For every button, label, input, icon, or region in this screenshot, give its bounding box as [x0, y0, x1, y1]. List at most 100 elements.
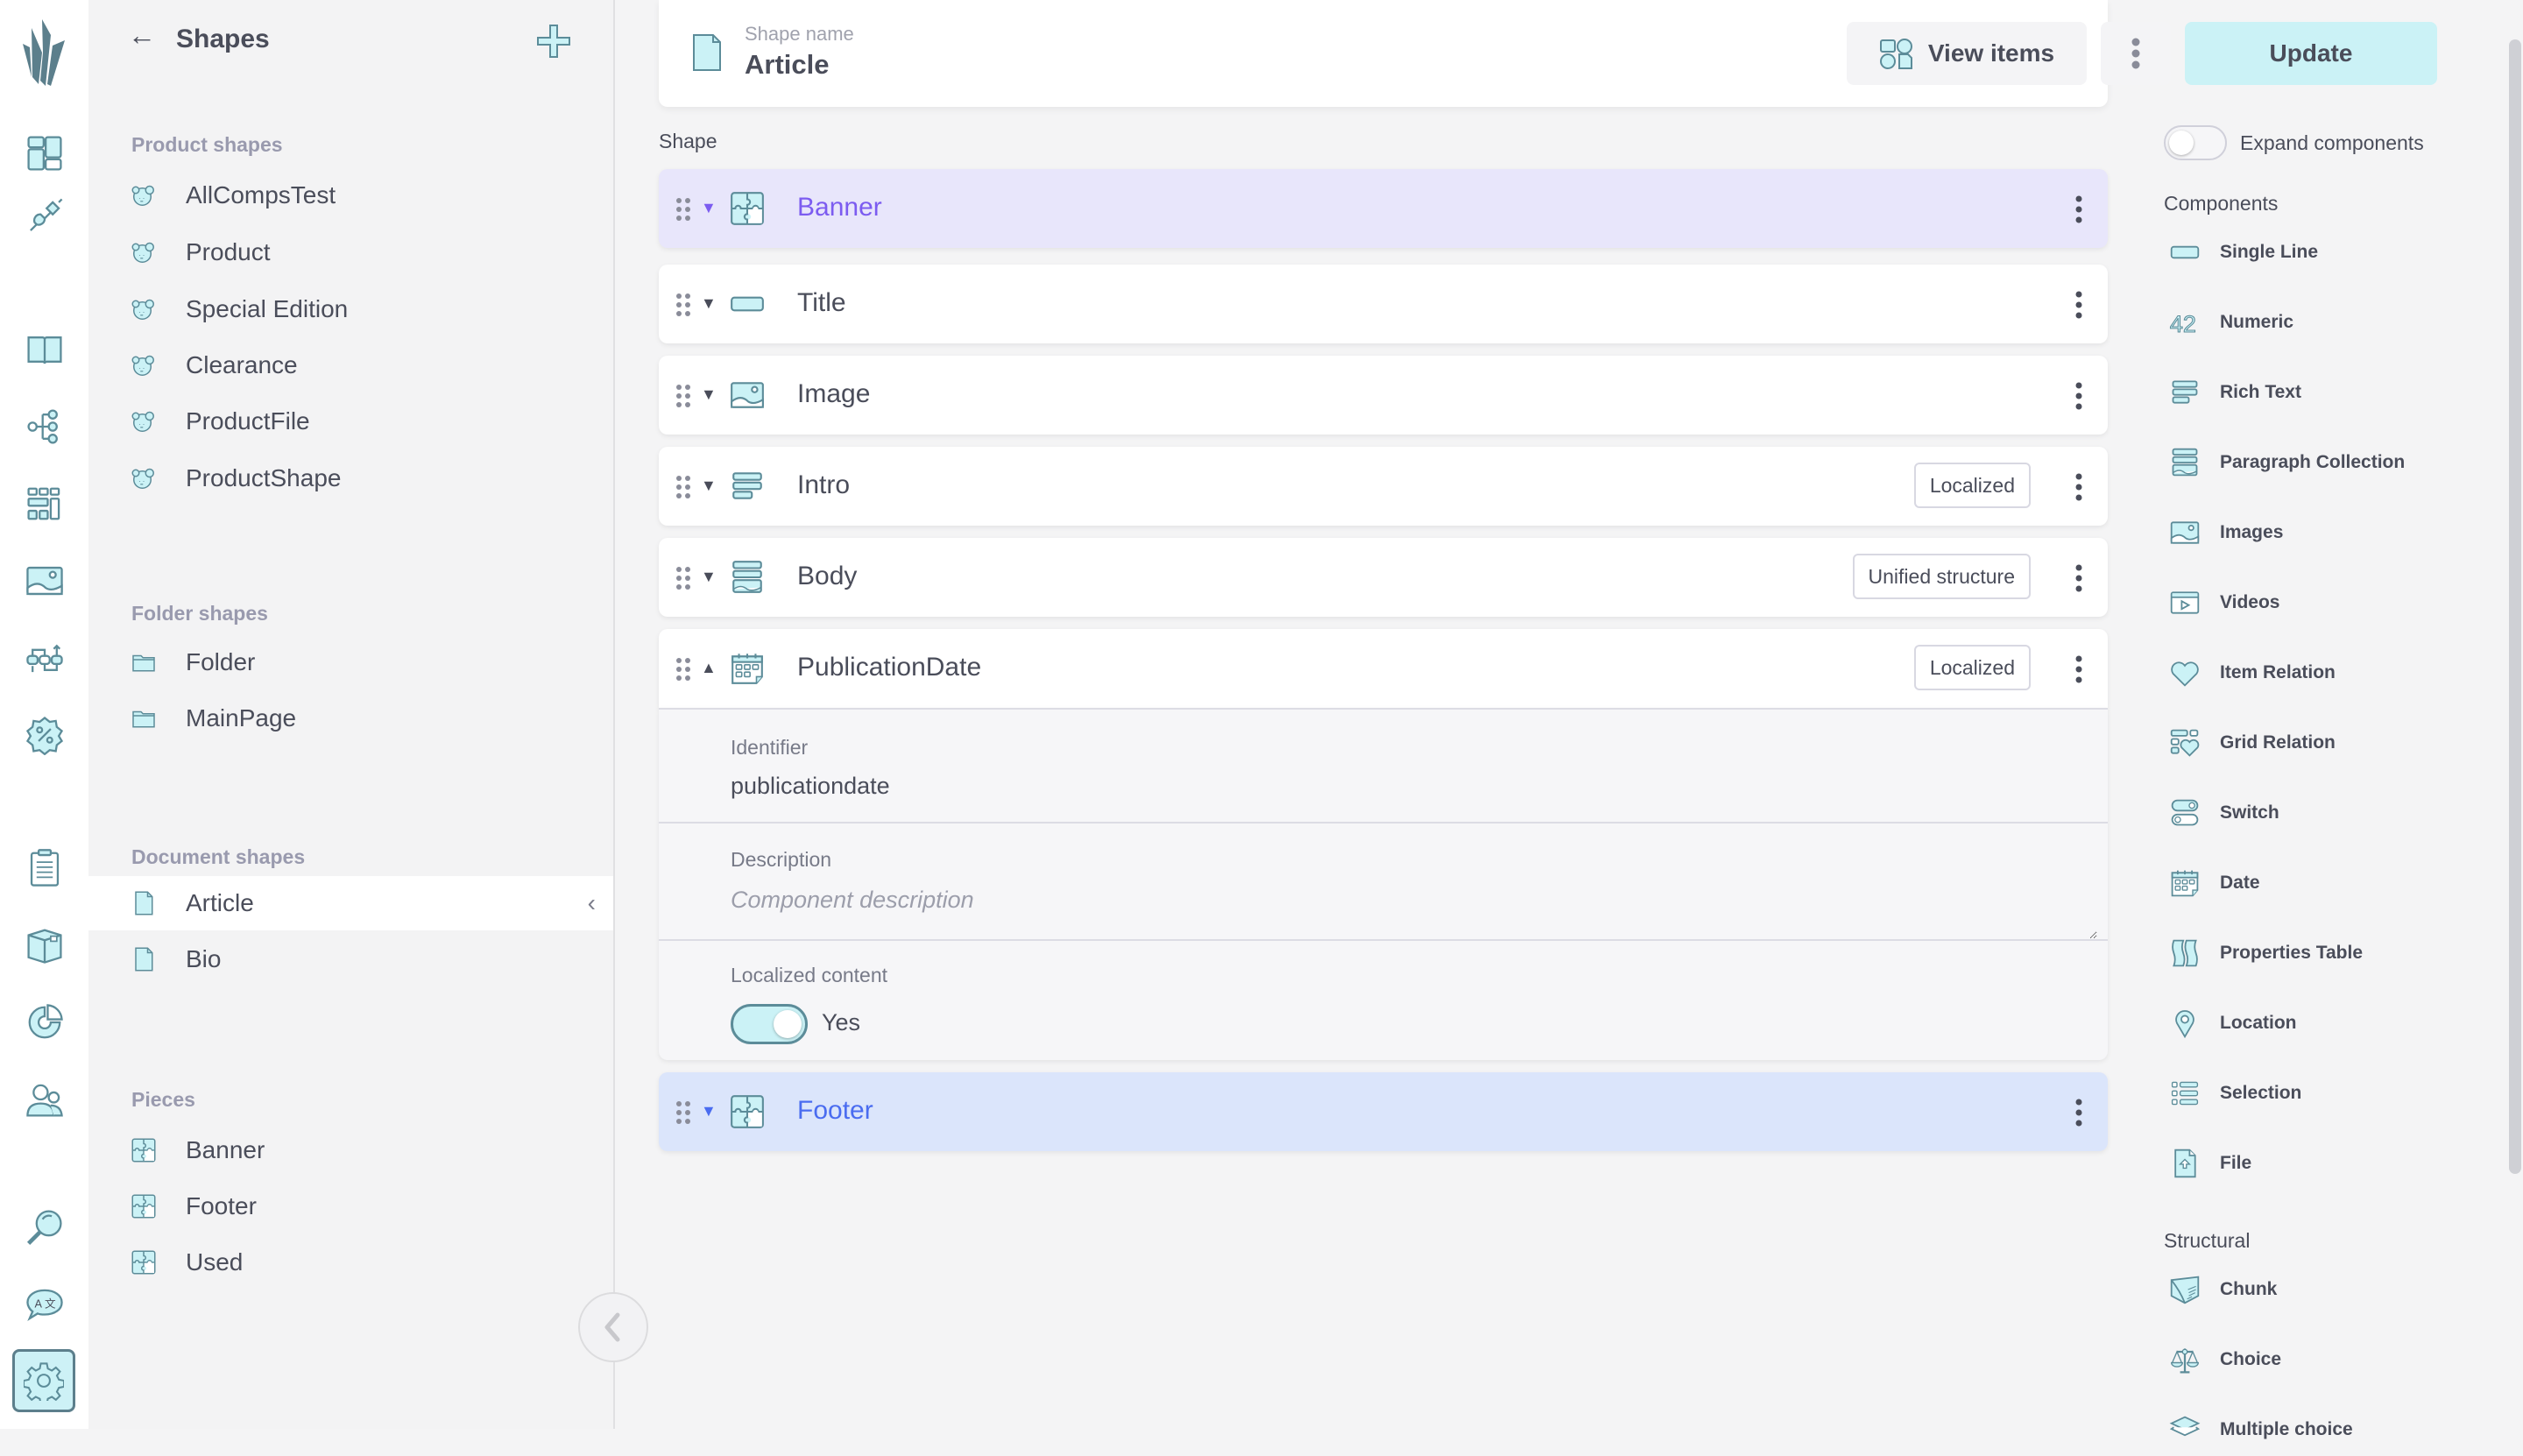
structural-palette-item[interactable]: Chunk — [2167, 1263, 2491, 1316]
structural-palette-item[interactable]: Multiple choice — [2167, 1403, 2491, 1456]
image-icon[interactable] — [19, 555, 70, 606]
analytics-pie-icon[interactable] — [19, 997, 70, 1048]
shape-component-card[interactable]: ▼ Body Unified structure — [659, 538, 2108, 617]
shape-list-item[interactable]: Folder — [88, 635, 613, 689]
kebab-menu-icon[interactable] — [2074, 291, 2083, 319]
component-name[interactable]: Footer — [797, 1096, 873, 1126]
component-palette-item[interactable]: Properties Table — [2167, 927, 2491, 979]
drag-handle-icon[interactable] — [675, 657, 692, 682]
drag-handle-icon[interactable] — [675, 566, 692, 590]
structural-palette-item[interactable]: Choice — [2167, 1333, 2491, 1386]
shape-list-item[interactable]: AllCompsTest — [88, 168, 613, 223]
fulfilment-box-icon[interactable] — [19, 920, 70, 971]
section-label-product-shapes: Product shapes — [131, 133, 283, 156]
expand-triangle-icon[interactable]: ▼ — [701, 568, 717, 586]
settings-gear-icon[interactable] — [12, 1349, 75, 1412]
plug-icon[interactable] — [19, 191, 70, 242]
component-palette-item[interactable]: 42 Numeric — [2167, 296, 2491, 349]
kebab-menu-icon[interactable] — [2074, 195, 2083, 223]
flows-icon[interactable] — [19, 633, 70, 683]
translate-icon[interactable]: A文 — [19, 1279, 70, 1330]
shape-list-item[interactable]: ProductShape — [88, 451, 613, 505]
expand-components-toggle[interactable] — [2164, 125, 2227, 160]
localized-content-value: Yes — [822, 1009, 861, 1035]
component-name[interactable]: Banner — [797, 193, 882, 223]
shape-component-card[interactable]: ▼ Intro Localized — [659, 447, 2108, 526]
component-name[interactable]: PublicationDate — [797, 653, 981, 682]
logo-icon[interactable] — [16, 16, 72, 88]
orders-clipboard-icon[interactable] — [19, 843, 70, 894]
component-palette-item[interactable]: Rich Text — [2167, 366, 2491, 419]
shape-component-card[interactable]: ▼ Title — [659, 265, 2108, 343]
shape-list-item[interactable]: Banner — [88, 1123, 613, 1177]
shape-name-value[interactable]: Article — [745, 49, 829, 81]
more-options-button[interactable] — [2101, 22, 2171, 85]
identifier-field[interactable]: publicationdate — [731, 773, 890, 800]
topics-tree-icon[interactable] — [19, 401, 70, 452]
view-items-button[interactable]: View items — [1847, 22, 2087, 85]
component-palette-item[interactable]: Videos — [2167, 576, 2491, 629]
customers-icon[interactable] — [19, 1074, 70, 1125]
back-arrow-icon[interactable]: ← — [128, 19, 156, 52]
discount-icon[interactable] — [19, 710, 70, 760]
shape-list-item[interactable]: Footer — [88, 1179, 613, 1233]
kebab-menu-icon[interactable] — [2074, 382, 2083, 410]
component-name[interactable]: Title — [797, 288, 846, 318]
component-name[interactable]: Intro — [797, 470, 850, 500]
drag-handle-icon[interactable] — [675, 1100, 692, 1125]
kebab-menu-icon[interactable] — [2074, 1099, 2083, 1127]
component-palette-item[interactable]: Paragraph Collection — [2167, 436, 2491, 489]
component-palette-item[interactable]: Selection — [2167, 1067, 2491, 1120]
component-palette-label: Single Line — [2220, 242, 2319, 262]
component-palette-item[interactable]: Date — [2167, 857, 2491, 909]
expand-triangle-icon[interactable]: ▼ — [701, 1102, 717, 1120]
description-textarea[interactable] — [731, 887, 2097, 939]
localized-content-switch[interactable] — [731, 1004, 808, 1044]
shape-list-item[interactable]: Article ‹ — [88, 876, 613, 930]
drag-handle-icon[interactable] — [675, 384, 692, 408]
shape-list-item[interactable]: Special Edition — [88, 282, 613, 336]
component-name[interactable]: Body — [797, 562, 857, 591]
shape-list-item[interactable]: ProductFile — [88, 394, 613, 449]
collapse-triangle-icon[interactable]: ▲ — [701, 659, 717, 677]
kebab-menu-icon[interactable] — [2074, 473, 2083, 501]
update-button[interactable]: Update — [2185, 22, 2437, 85]
drag-handle-icon[interactable] — [675, 475, 692, 499]
component-palette-item[interactable]: Location — [2167, 997, 2491, 1050]
date-icon — [2171, 870, 2199, 897]
component-palette-item[interactable]: Grid Relation — [2167, 717, 2491, 769]
catalogue-book-icon[interactable] — [19, 324, 70, 375]
shape-list-item[interactable]: Clearance — [88, 338, 613, 392]
component-palette-item[interactable]: Images — [2167, 506, 2491, 559]
heart-icon — [2171, 661, 2199, 687]
expand-triangle-icon[interactable]: ▼ — [701, 477, 717, 495]
kebab-menu-icon[interactable] — [2074, 655, 2083, 683]
grid-icon[interactable] — [19, 478, 70, 529]
component-name[interactable]: Image — [797, 379, 870, 409]
shape-component-card[interactable]: ▼ Footer — [659, 1072, 2108, 1151]
drag-handle-icon[interactable] — [675, 293, 692, 317]
collapse-panel-button[interactable] — [578, 1292, 648, 1362]
paragraph-collection-icon — [2172, 448, 2198, 477]
shape-list-item[interactable]: Product — [88, 225, 613, 279]
scrollbar-thumb[interactable] — [2509, 39, 2521, 1174]
shape-list-item[interactable]: MainPage — [88, 691, 613, 746]
shape-list-item[interactable]: Bio — [88, 932, 613, 986]
search-icon[interactable] — [19, 1202, 70, 1253]
add-shape-button[interactable] — [535, 23, 572, 60]
expand-triangle-icon[interactable]: ▼ — [701, 385, 717, 404]
dashboard-icon[interactable] — [19, 128, 70, 179]
shape-component-card[interactable]: ▼ Banner — [659, 169, 2108, 248]
shape-list-item[interactable]: Used — [88, 1235, 613, 1290]
component-palette-item[interactable]: File — [2167, 1137, 2491, 1190]
shape-component-card[interactable]: ▲ PublicationDate Localized — [659, 629, 2108, 708]
identifier-label: Identifier — [731, 736, 809, 759]
expand-triangle-icon[interactable]: ▼ — [701, 294, 717, 313]
component-palette-item[interactable]: Single Line — [2167, 226, 2491, 279]
shape-component-card[interactable]: ▼ Image — [659, 356, 2108, 435]
component-palette-item[interactable]: Item Relation — [2167, 647, 2491, 699]
kebab-menu-icon[interactable] — [2074, 564, 2083, 592]
expand-triangle-icon[interactable]: ▼ — [701, 199, 717, 217]
component-palette-item[interactable]: Switch — [2167, 787, 2491, 839]
drag-handle-icon[interactable] — [675, 197, 692, 222]
